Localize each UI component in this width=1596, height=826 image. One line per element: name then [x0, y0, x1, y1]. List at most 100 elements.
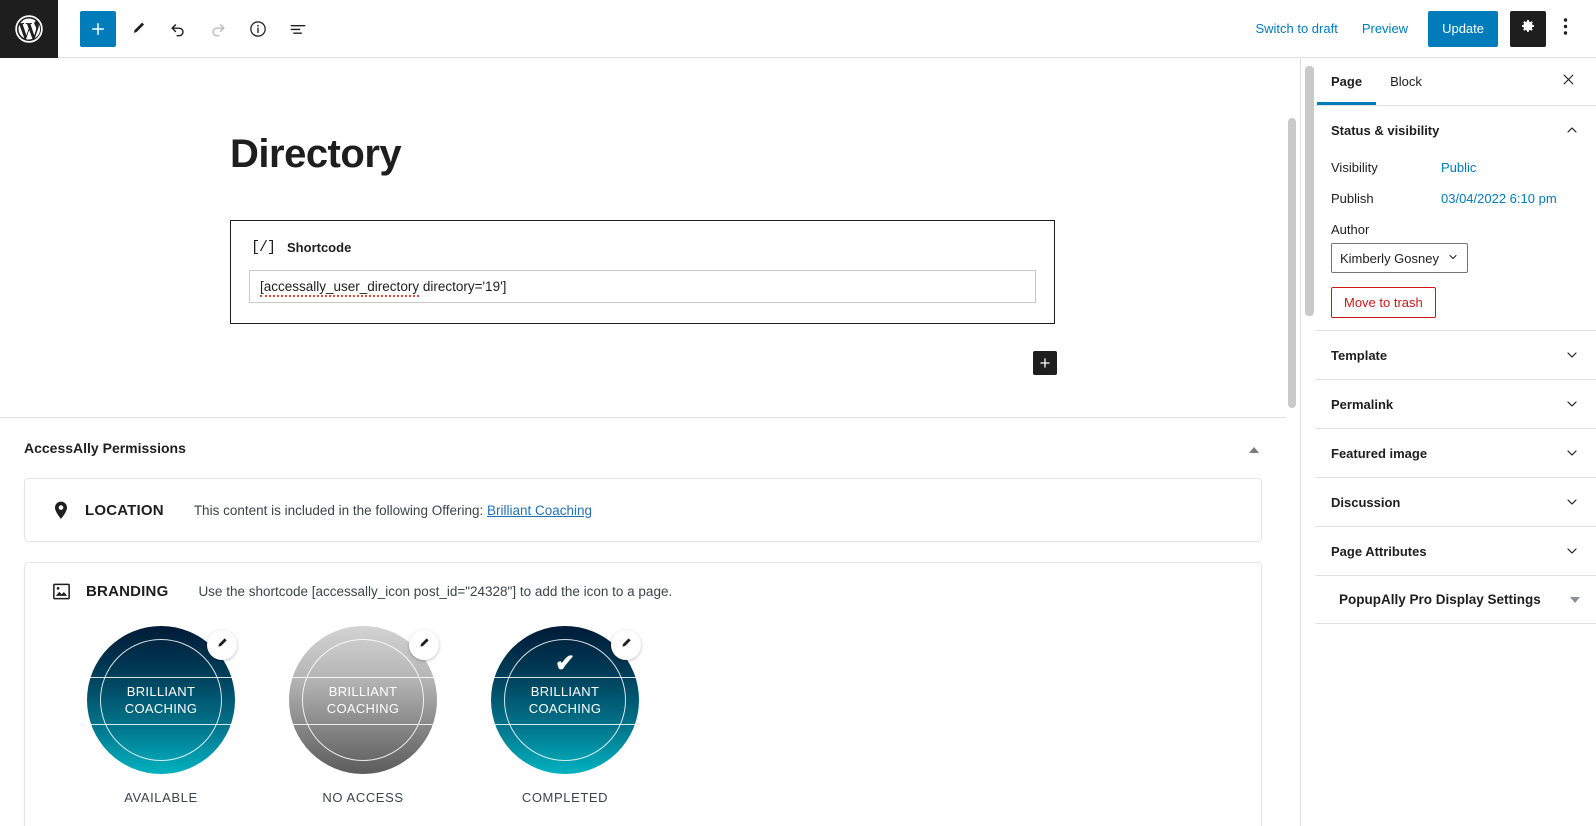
- shortcode-block[interactable]: [/] Shortcode [accessally_user_directory…: [230, 220, 1055, 324]
- location-description-text: This content is included in the followin…: [193, 502, 484, 518]
- more-options-button[interactable]: [1548, 11, 1582, 47]
- move-to-trash-button[interactable]: Move to trash: [1331, 287, 1436, 318]
- author-select[interactable]: Kimberly Gosney: [1331, 243, 1468, 273]
- location-description: This content is included in the followin…: [194, 503, 592, 518]
- triangle-down-icon: [1570, 596, 1580, 606]
- badge-divider-bottom: [494, 724, 636, 725]
- visibility-value-button[interactable]: Public: [1441, 160, 1476, 175]
- redo-button[interactable]: [200, 11, 236, 47]
- accessally-permissions-metabox: AccessAlly Permissions LOCATION This con…: [0, 418, 1286, 826]
- editor-content-area: Directory [/] Shortcode [accessally_user…: [0, 58, 1300, 826]
- author-select-value: Kimberly Gosney: [1340, 250, 1439, 266]
- location-offering-link[interactable]: Brilliant Coaching: [487, 503, 592, 518]
- publish-label: Publish: [1331, 191, 1374, 206]
- badge-text: BRILLIANT COACHING: [529, 683, 601, 717]
- post-canvas: Directory [/] Shortcode [accessally_user…: [0, 58, 1286, 418]
- panel-status-visibility-header[interactable]: Status & visibility: [1315, 106, 1596, 154]
- badge-item: ✔ BRILLIANT COACHING COMPLETED: [491, 626, 641, 805]
- panel-template-header[interactable]: Template: [1315, 331, 1596, 379]
- publish-field: Publish 03/04/2022 6:10 pm: [1331, 185, 1580, 216]
- metabox-collapse-toggle[interactable]: [1244, 440, 1264, 460]
- badge-text-line2: COACHING: [326, 701, 400, 716]
- metabox-header: AccessAlly Permissions: [0, 418, 1286, 470]
- sidebar-scrollbar-thumb[interactable]: [1305, 66, 1314, 316]
- badge-divider-bottom: [90, 724, 232, 725]
- list-view-button[interactable]: [280, 11, 316, 47]
- add-block-button[interactable]: [80, 10, 116, 47]
- badge-text-line1: BRILLIANT: [530, 684, 600, 699]
- gear-icon: [1519, 17, 1537, 40]
- page-title[interactable]: Directory: [230, 132, 402, 176]
- panel-popupally-pro-title: PopupAlly Pro Display Settings: [1339, 592, 1541, 607]
- panel-featured-image-header[interactable]: Featured image: [1315, 429, 1596, 477]
- pencil-icon: [417, 636, 431, 655]
- chevron-down-icon: [1447, 251, 1459, 266]
- branding-header: BRANDING Use the shortcode [accessally_i…: [25, 563, 1261, 604]
- preview-button[interactable]: Preview: [1350, 15, 1420, 42]
- badge-divider-bottom: [292, 724, 434, 725]
- chevron-down-icon: [1564, 396, 1580, 412]
- panel-page-attributes-header[interactable]: Page Attributes: [1315, 527, 1596, 575]
- shortcode-input[interactable]: [accessally_user_directory directory='19…: [249, 270, 1036, 303]
- map-pin-icon: [53, 501, 69, 520]
- panel-page-attributes-title: Page Attributes: [1331, 543, 1427, 559]
- badge-text: BRILLIANT COACHING: [327, 683, 399, 717]
- badge-edit-button[interactable]: [409, 630, 439, 660]
- shortcode-icon: [/]: [251, 239, 276, 256]
- shortcode-value-misspelled: [accessally_user_directory: [260, 279, 420, 297]
- branding-label: BRANDING: [86, 583, 169, 600]
- panel-popupally-pro[interactable]: PopupAlly Pro Display Settings: [1315, 576, 1596, 624]
- badge-divider-top: [494, 677, 636, 678]
- badge-item: BRILLIANT COACHING NO ACCESS: [289, 626, 439, 805]
- panel-permalink: Permalink: [1315, 380, 1596, 429]
- panel-template-title: Template: [1331, 347, 1388, 363]
- update-button[interactable]: Update: [1428, 10, 1498, 47]
- wordpress-logo-button[interactable]: [0, 0, 58, 58]
- badge-text-line2: COACHING: [528, 701, 602, 716]
- location-row: LOCATION This content is included in the…: [25, 501, 620, 520]
- badge-text: BRILLIANT COACHING: [125, 683, 197, 717]
- panel-discussion: Discussion: [1315, 478, 1596, 527]
- location-label: LOCATION: [85, 501, 164, 519]
- badge-divider-top: [292, 677, 434, 678]
- panel-status-visibility-title: Status & visibility: [1331, 122, 1440, 138]
- editor-tools-left: [58, 10, 316, 47]
- badge-item: BRILLIANT COACHING AVAILABLE: [87, 626, 237, 805]
- block-appender-button[interactable]: [1033, 351, 1057, 375]
- panel-permalink-title: Permalink: [1331, 396, 1394, 412]
- panel-discussion-title: Discussion: [1331, 494, 1401, 510]
- editor-tools-right: Switch to draft Preview Update: [1243, 10, 1596, 47]
- branding-description: Use the shortcode [accessally_icon post_…: [198, 584, 673, 599]
- badge-edit-button[interactable]: [207, 630, 237, 660]
- badge-edit-button[interactable]: [611, 630, 641, 660]
- editor-scrollbar-thumb[interactable]: [1288, 118, 1296, 408]
- panel-permalink-header[interactable]: Permalink: [1315, 380, 1596, 428]
- publish-date-button[interactable]: 03/04/2022 6:10 pm: [1441, 191, 1557, 206]
- kebab-menu-icon: [1563, 17, 1568, 41]
- close-sidebar-button[interactable]: [1550, 64, 1586, 100]
- panel-status-visibility: Status & visibility Visibility Public Pu…: [1315, 106, 1596, 331]
- metabox-title: AccessAlly Permissions: [24, 440, 186, 456]
- branding-card: BRANDING Use the shortcode [accessally_i…: [24, 562, 1262, 826]
- chevron-down-icon: [1564, 494, 1580, 510]
- badge-text-line1: BRILLIANT: [328, 684, 398, 699]
- panel-discussion-header[interactable]: Discussion: [1315, 478, 1596, 526]
- badge-caption: AVAILABLE: [124, 790, 198, 805]
- tab-page[interactable]: Page: [1317, 58, 1377, 105]
- editor-top-bar: Switch to draft Preview Update: [0, 0, 1596, 58]
- tab-block[interactable]: Block: [1376, 58, 1436, 105]
- badge-text-line2: COACHING: [124, 701, 198, 716]
- badge-text-line1: BRILLIANT: [126, 684, 196, 699]
- editor-scrollbar[interactable]: [1288, 118, 1296, 818]
- switch-to-draft-button[interactable]: Switch to draft: [1243, 15, 1349, 42]
- panel-template: Template: [1315, 331, 1596, 380]
- edit-tool-button[interactable]: [120, 11, 156, 47]
- details-button[interactable]: [240, 11, 276, 47]
- settings-button[interactable]: [1510, 10, 1546, 47]
- pencil-icon: [619, 636, 633, 655]
- badge-divider-top: [90, 677, 232, 678]
- panel-status-visibility-body: Visibility Public Publish 03/04/2022 6:1…: [1315, 154, 1596, 330]
- chevron-down-icon: [1564, 445, 1580, 461]
- sidebar-scrollbar[interactable]: [1305, 66, 1314, 806]
- undo-button[interactable]: [160, 11, 196, 47]
